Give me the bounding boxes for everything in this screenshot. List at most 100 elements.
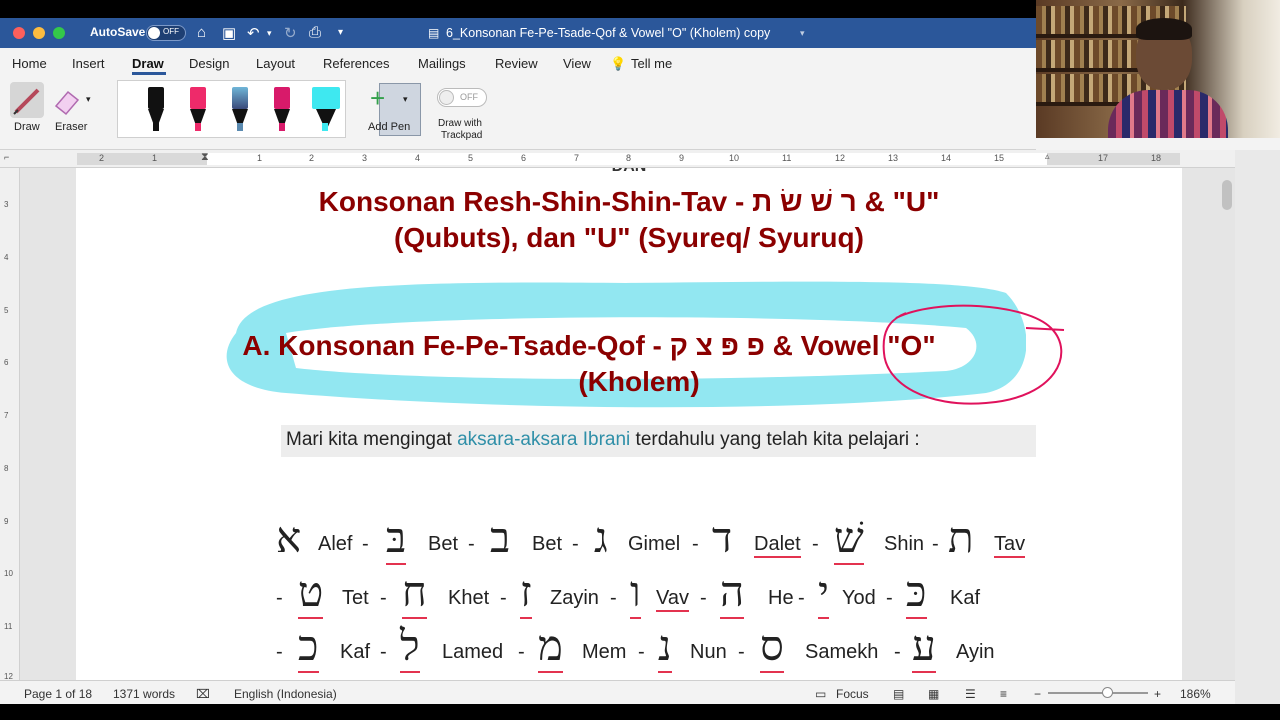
title-dropdown-icon[interactable]: ▾ bbox=[800, 28, 805, 39]
eraser-dropdown-icon[interactable]: ▾ bbox=[86, 94, 91, 105]
focus-button[interactable]: Focus bbox=[836, 687, 869, 701]
outline-icon[interactable]: ☰ bbox=[965, 687, 976, 701]
tab-references[interactable]: References bbox=[323, 56, 389, 71]
focus-icon[interactable]: ▭ bbox=[815, 687, 826, 701]
hebrew-letter: ב bbox=[490, 513, 511, 562]
vertical-scrollbar[interactable] bbox=[1222, 180, 1232, 210]
intro-sentence: Mari kita mengingat aksara-aksara Ibrani… bbox=[286, 429, 920, 451]
toggle-knob bbox=[148, 27, 160, 39]
letter-name: Alef bbox=[318, 533, 353, 555]
separator: - bbox=[380, 641, 387, 663]
draw-tool-button[interactable] bbox=[10, 82, 44, 118]
redo-icon[interactable]: ↻ bbox=[284, 24, 297, 42]
home-icon[interactable]: ⌂ bbox=[197, 24, 206, 41]
pen-magenta[interactable] bbox=[272, 87, 292, 133]
tab-mailings[interactable]: Mailings bbox=[418, 56, 466, 71]
draft-icon[interactable]: ≡ bbox=[1000, 687, 1007, 701]
ribbon-draw: Draw ▾ Eraser + ▾ Add Pen OFF Draw with … bbox=[0, 76, 1036, 150]
active-tab-underline bbox=[132, 72, 166, 75]
pen-galaxy[interactable] bbox=[230, 87, 250, 133]
hebrew-letter: ג bbox=[594, 513, 608, 562]
undo-icon[interactable]: ↶ bbox=[247, 24, 260, 42]
web-layout-icon[interactable]: ▦ bbox=[928, 687, 939, 701]
tab-draw[interactable]: Draw bbox=[132, 56, 164, 71]
minimize-window-button[interactable] bbox=[33, 27, 45, 39]
ruler-number: 5 bbox=[468, 153, 474, 163]
zoom-out-button[interactable]: − bbox=[1034, 687, 1041, 701]
vruler-number: 10 bbox=[4, 569, 13, 578]
vruler-number: 5 bbox=[4, 306, 9, 315]
zoom-slider[interactable] bbox=[1048, 692, 1148, 694]
pen-pink[interactable] bbox=[188, 87, 208, 133]
letter-name: Vav bbox=[656, 587, 689, 612]
screen-bottom-bar bbox=[0, 704, 1280, 720]
zoom-window-button[interactable] bbox=[53, 27, 65, 39]
document-title: 6_Konsonan Fe-Pe-Tsade-Qof & Vowel "O" (… bbox=[446, 26, 771, 40]
letter-name: Samekh bbox=[805, 641, 879, 663]
ruler-number: 11 bbox=[782, 153, 792, 163]
hebrew-letter: ל bbox=[400, 621, 420, 673]
zoom-slider-knob[interactable] bbox=[1102, 687, 1113, 698]
document-page[interactable]: DAN Konsonan Resh-Shin-Shin-Tav - ר שׁ ש… bbox=[76, 168, 1182, 680]
letter-name: Tav bbox=[994, 533, 1026, 558]
tab-design[interactable]: Design bbox=[189, 56, 229, 71]
hebrew-letter: מ bbox=[538, 621, 563, 673]
add-pen-dropdown-icon[interactable]: ▾ bbox=[403, 94, 408, 105]
separator: - bbox=[738, 641, 745, 663]
separator: - bbox=[500, 587, 507, 609]
letter-name: Lamed bbox=[442, 641, 504, 663]
undo-dropdown-icon[interactable]: ▾ bbox=[267, 28, 272, 39]
proofing-icon[interactable]: ⌧ bbox=[196, 687, 210, 701]
print-icon[interactable]: ⎙ bbox=[309, 24, 321, 41]
tab-layout[interactable]: Layout bbox=[256, 56, 295, 71]
separator: - bbox=[798, 587, 805, 609]
save-icon[interactable]: ▣ bbox=[222, 24, 236, 42]
add-pen-icon[interactable]: + bbox=[370, 85, 385, 111]
indent-marker-icon[interactable]: ⧗ bbox=[201, 151, 209, 164]
autosave-toggle[interactable]: OFF bbox=[146, 25, 186, 41]
separator: - bbox=[468, 533, 475, 555]
page-count[interactable]: Page 1 of 18 bbox=[24, 687, 92, 701]
title-bar: AutoSave OFF ⌂ ▣ ↶ ▾ ↻ ⎙ ▾ ▤ 6_Konsonan … bbox=[0, 18, 1036, 48]
document-icon: ▤ bbox=[428, 26, 440, 40]
tell-me-search[interactable]: Tell me bbox=[631, 56, 672, 71]
hebrew-letter: ח bbox=[402, 567, 427, 619]
word-window: AutoSave OFF ⌂ ▣ ↶ ▾ ↻ ⎙ ▾ ▤ 6_Konsonan … bbox=[0, 0, 1280, 720]
tab-view[interactable]: View bbox=[563, 56, 591, 71]
zoom-level[interactable]: 186% bbox=[1180, 687, 1211, 701]
letter-name: Dalet bbox=[754, 533, 801, 558]
draw-with-trackpad-toggle[interactable]: OFF bbox=[437, 88, 487, 107]
vruler-number: 11 bbox=[4, 622, 13, 631]
close-window-button[interactable] bbox=[13, 27, 25, 39]
print-layout-icon[interactable]: ▤ bbox=[893, 687, 904, 701]
pen-black[interactable] bbox=[146, 87, 166, 133]
vertical-ruler[interactable]: 3 4 5 6 7 8 9 10 11 12 bbox=[0, 168, 20, 681]
zoom-in-button[interactable]: + bbox=[1154, 687, 1161, 701]
right-indent-marker-icon[interactable]: ▵ bbox=[1045, 151, 1050, 162]
tab-stop-icon[interactable]: ⌐ bbox=[4, 152, 9, 162]
ruler-number: 18 bbox=[1151, 153, 1162, 163]
eraser-icon[interactable] bbox=[52, 86, 82, 116]
separator: - bbox=[572, 533, 579, 555]
tab-home[interactable]: Home bbox=[12, 56, 47, 71]
eraser-label: Eraser bbox=[55, 121, 88, 133]
tab-review[interactable]: Review bbox=[495, 56, 538, 71]
document-canvas[interactable]: DAN Konsonan Resh-Shin-Shin-Tav - ר שׁ ש… bbox=[20, 168, 1235, 680]
tab-insert[interactable]: Insert bbox=[72, 56, 105, 71]
word-count[interactable]: 1371 words bbox=[113, 687, 175, 701]
letter-name: Bet bbox=[428, 533, 459, 555]
highlighter-cyan[interactable] bbox=[312, 87, 342, 133]
ruler-number: 2 bbox=[309, 153, 315, 163]
hebrew-letter: ז bbox=[520, 567, 532, 619]
draw-pencil-icon bbox=[13, 88, 40, 115]
letter-name: Nun bbox=[690, 641, 727, 663]
language[interactable]: English (Indonesia) bbox=[234, 687, 337, 701]
vruler-number: 3 bbox=[4, 200, 9, 209]
hebrew-letter: ס bbox=[760, 621, 784, 673]
letter-name: Mem bbox=[582, 641, 627, 663]
letter-name: Khet bbox=[448, 587, 490, 609]
horizontal-ruler[interactable]: ⌐ 2 1 ⧗ 1 2 3 4 5 6 7 8 9 10 11 12 13 14… bbox=[0, 150, 1235, 168]
letter-name: Kaf bbox=[340, 641, 371, 663]
customize-toolbar-icon[interactable]: ▾ bbox=[338, 27, 343, 38]
pink-ink-circle bbox=[882, 304, 1065, 405]
